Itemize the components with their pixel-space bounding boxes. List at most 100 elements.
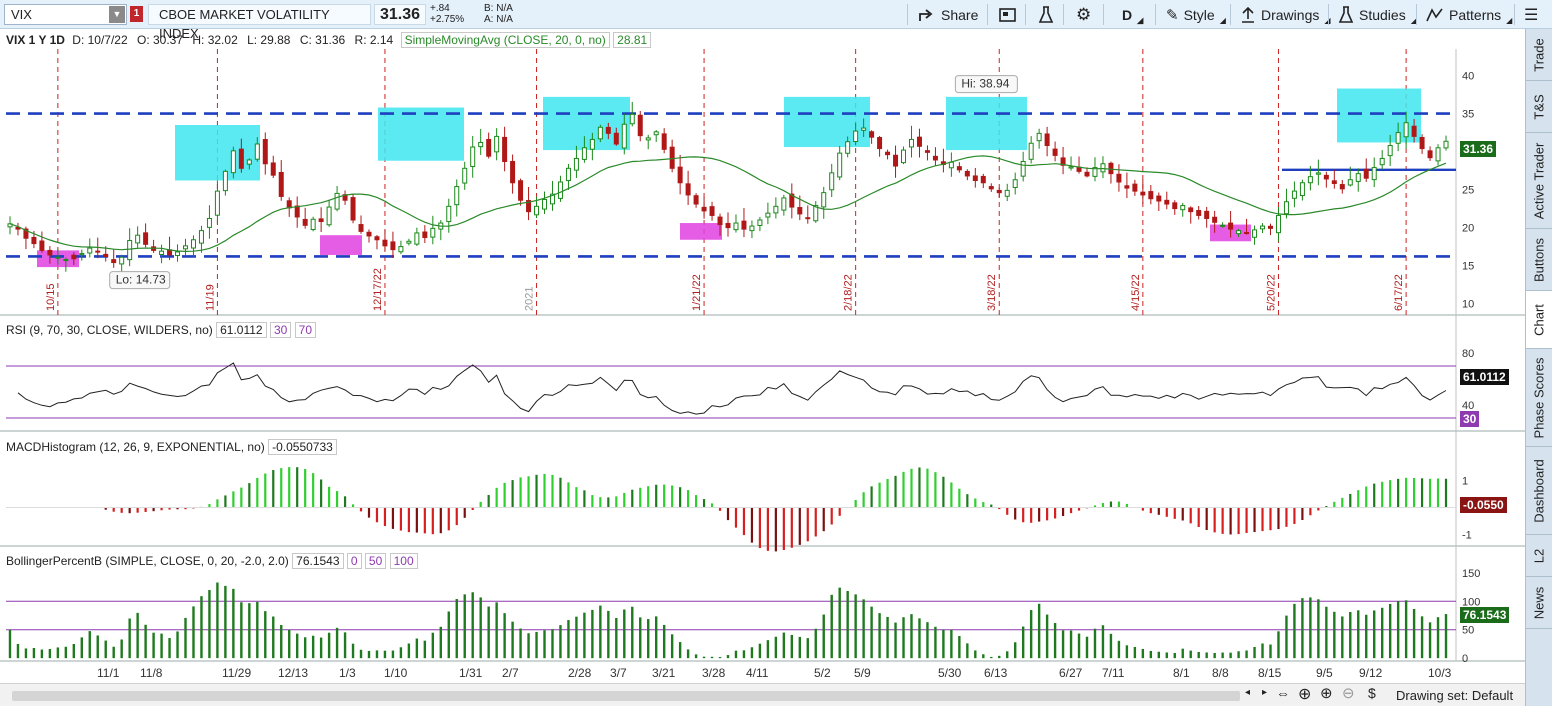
candle-down — [510, 160, 516, 184]
support-zone — [320, 235, 362, 255]
pctb-p0: 0 — [346, 553, 362, 569]
candle-up — [534, 205, 540, 216]
studies-lab-button[interactable] — [1034, 3, 1058, 26]
symbol-dropdown-icon[interactable]: ▼ — [109, 6, 125, 23]
tab-chart[interactable]: Chart — [1526, 291, 1552, 349]
tab-buttons[interactable]: Buttons — [1526, 229, 1552, 291]
candle-down — [1164, 199, 1170, 205]
chart-settings-button[interactable] — [994, 3, 1022, 26]
toolbar-divider — [1103, 4, 1104, 25]
month-marker-label: 11/19 — [204, 284, 216, 311]
tab-news[interactable]: News — [1526, 577, 1552, 629]
candle-up — [135, 234, 141, 244]
candle-up — [119, 256, 125, 265]
pan-icon[interactable]: ⇔ — [1276, 685, 1290, 701]
pctb-label[interactable]: BollingerPercentB (SIMPLE, CLOSE, 0, 20,… — [6, 554, 289, 568]
candle-down — [1267, 225, 1273, 229]
candle-down — [1196, 210, 1202, 216]
candle-down — [996, 189, 1002, 194]
close-value: C: 31.36 — [299, 33, 346, 47]
candle-down — [805, 217, 811, 220]
x-axis-tick: 12/13 — [278, 666, 308, 680]
settings-button[interactable]: ⚙ — [1072, 3, 1095, 26]
corner-arrow-icon: ◢ — [1506, 16, 1513, 25]
candle-down — [390, 241, 396, 251]
tab-phase-scores[interactable]: Phase Scores — [1526, 349, 1552, 447]
support-zone — [680, 223, 722, 240]
candle-down — [39, 240, 45, 251]
symbol-selector[interactable]: VIX ▼ — [4, 4, 127, 25]
month-marker-label: 12/17/22 — [372, 268, 384, 311]
rsi-axis-tick: 80 — [1462, 348, 1474, 360]
chart-bottom-bar: ◂ ▸ ⇔ ⊕ ⊕ ⊖ $ Drawing set: Default — [0, 683, 1525, 706]
macd-axis-tick: 1 — [1462, 476, 1468, 488]
candle-up — [821, 192, 827, 208]
candle-up — [1275, 214, 1281, 234]
candle-up — [773, 205, 779, 214]
aggregation-selector[interactable]: D ◢ — [1118, 3, 1147, 26]
symbol-input[interactable]: VIX — [5, 7, 109, 22]
candle-down — [47, 249, 53, 256]
candle-up — [948, 161, 954, 169]
tab-time-and-sales[interactable]: T&S — [1526, 81, 1552, 133]
candle-down — [1172, 202, 1178, 210]
x-axis-tick: 3/28 — [702, 666, 726, 680]
tab-active-trader-label: Active Trader — [1531, 142, 1547, 219]
macd-label[interactable]: MACDHistogram (12, 26, 9, EXPONENTIAL, n… — [6, 440, 265, 454]
macd-value: -0.0550733 — [268, 439, 337, 455]
patterns-menu[interactable]: Patterns ◢ — [1422, 3, 1516, 26]
studies-menu[interactable]: Studies ◢ — [1334, 3, 1421, 26]
candle-down — [980, 175, 986, 184]
scroll-left-icon[interactable]: ◂ — [1245, 687, 1250, 698]
pctb-axis-tick: 150 — [1462, 568, 1480, 580]
sma-study-value: 28.81 — [613, 32, 652, 48]
zoom-in-icon[interactable]: ⊕ — [1320, 684, 1333, 702]
tab-dashboard-label: Dashboard — [1531, 458, 1547, 523]
price-axis-icon[interactable]: $ — [1368, 685, 1376, 701]
candle-down — [270, 162, 276, 176]
tab-dashboard[interactable]: Dashboard — [1526, 447, 1552, 535]
resistance-zone — [946, 96, 1027, 151]
style-menu[interactable]: ✎ Style ◢ — [1162, 3, 1230, 26]
tab-trade[interactable]: Trade — [1526, 29, 1552, 81]
candle-up — [1012, 179, 1018, 188]
zoom-out-icon[interactable]: ⊖ — [1342, 684, 1355, 702]
horizontal-scrollbar[interactable] — [12, 691, 1240, 701]
candle-down — [1132, 183, 1138, 192]
candle-up — [214, 190, 220, 216]
candle-down — [1212, 216, 1218, 223]
crosshair-icon[interactable]: ⊕ — [1298, 684, 1311, 704]
tab-l2[interactable]: L2 — [1526, 535, 1552, 577]
corner-arrow-icon: ◢ — [1219, 16, 1226, 25]
tab-buttons-label: Buttons — [1531, 237, 1547, 282]
candle-up — [183, 245, 189, 250]
candle-up — [1020, 160, 1026, 177]
candle-down — [31, 236, 37, 245]
chart-area[interactable]: 10/15 11/19 12/17/22 2021 1/21/22 2/18/22 3/18… — [0, 29, 1525, 706]
sma-study-label[interactable]: SimpleMovingAvg (CLOSE, 20, 0, no) — [400, 32, 610, 48]
rsi-label[interactable]: RSI (9, 70, 30, CLOSE, WILDERS, no) — [6, 323, 213, 337]
drawing-set-label[interactable]: Drawing set: Default — [1396, 688, 1513, 703]
candle-down — [366, 231, 372, 237]
candle-down — [302, 218, 308, 226]
candle-down — [1204, 210, 1210, 219]
tab-active-trader[interactable]: Active Trader — [1526, 133, 1552, 229]
style-label: Style — [1183, 6, 1215, 23]
corner-arrow-icon: ◢ — [1137, 16, 1144, 25]
pctb-pane-header: BollingerPercentB (SIMPLE, CLOSE, 0, 20,… — [6, 553, 418, 569]
x-axis-tick: 5/9 — [854, 666, 871, 680]
link-group-badge[interactable]: 1 — [130, 6, 143, 22]
pctb-p50: 50 — [364, 553, 387, 569]
symbol-description: CBOE MARKET VOLATILITY INDEX — [148, 4, 371, 41]
menu-button[interactable]: ☰ — [1520, 3, 1542, 26]
x-axis-tick: 3/7 — [610, 666, 627, 680]
chart-canvas[interactable]: 10/15 11/19 12/17/22 2021 1/21/22 2/18/22 3/18… — [0, 29, 1525, 683]
scroll-right-icon[interactable]: ▸ — [1262, 687, 1267, 698]
macd-axis-tick: -1 — [1462, 530, 1472, 542]
share-button[interactable]: Share — [914, 3, 982, 26]
drawings-menu[interactable]: Drawings ◢ — [1236, 3, 1335, 26]
range-value: R: 2.14 — [354, 33, 394, 47]
bid-ask-block: B: N/A A: N/A — [484, 3, 534, 25]
x-axis-tick: 9/5 — [1316, 666, 1333, 680]
x-axis-tick: 11/8 — [140, 666, 163, 680]
